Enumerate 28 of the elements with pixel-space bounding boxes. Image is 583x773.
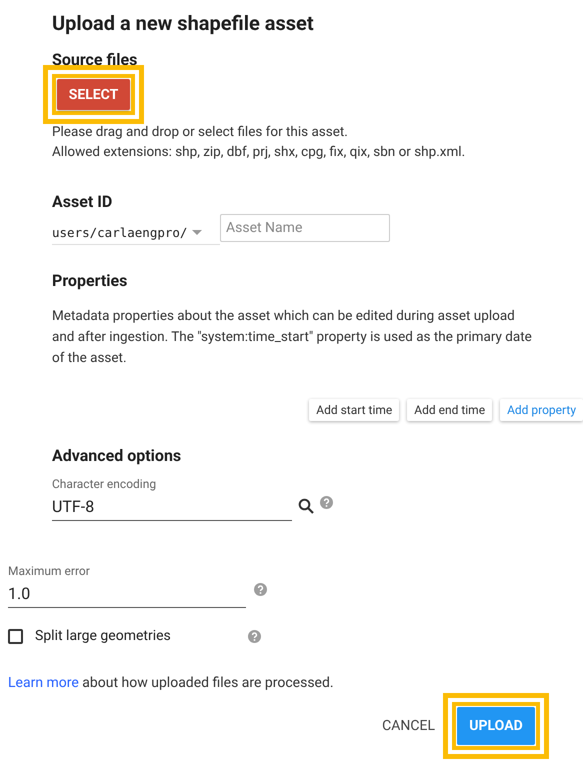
- section-heading: Asset ID: [52, 192, 114, 212]
- help-icon[interactable]: [248, 630, 261, 642]
- checkbox[interactable]: [8, 628, 23, 644]
- learn-more-link[interactable]: Learn more: [8, 675, 79, 691]
- property-button[interactable]: Add end time: [407, 399, 492, 421]
- encoding-field[interactable]: Character encoding UTF-8: [52, 476, 292, 521]
- dialog-title: Upload a new shapefile asset: [52, 10, 315, 35]
- property-button[interactable]: Add property: [500, 399, 583, 421]
- hint-text: Please drag and drop or select files for this asset.: [52, 123, 349, 142]
- caret-icon: [192, 230, 202, 235]
- description-text: of the asset.: [52, 349, 128, 368]
- section-heading: Source files: [52, 49, 138, 71]
- cancel-button[interactable]: CANCEL: [370, 707, 447, 745]
- asset-name-field[interactable]: Asset Name: [220, 214, 390, 242]
- help-icon[interactable]: [320, 496, 333, 509]
- description-text: and after ingestion. The "system:time_start" property is used as the primary date: [52, 328, 533, 347]
- search-icon[interactable]: [298, 498, 314, 514]
- select-button[interactable]: SELECT: [57, 79, 130, 110]
- hint-text: Allowed extensions: shp, zip, dbf, prj, shx, cpg, fix, qix, sbn or shp.xml.: [52, 143, 466, 162]
- section-heading: Advanced options: [52, 446, 182, 466]
- property-button[interactable]: Add start time: [309, 399, 400, 421]
- description-text: Metadata properties about the asset which can be edited during asset upload: [52, 307, 516, 326]
- info-text: Learn more about how uploaded files are processed.: [8, 675, 335, 691]
- checkbox-label: Split large geometries: [35, 628, 172, 644]
- section-heading: Properties: [52, 271, 128, 291]
- path-dropdown[interactable]: users/carlaengpro/: [52, 225, 220, 245]
- maximum-error-field[interactable]: Maximum error 1.0: [8, 563, 246, 608]
- help-icon[interactable]: [254, 583, 267, 596]
